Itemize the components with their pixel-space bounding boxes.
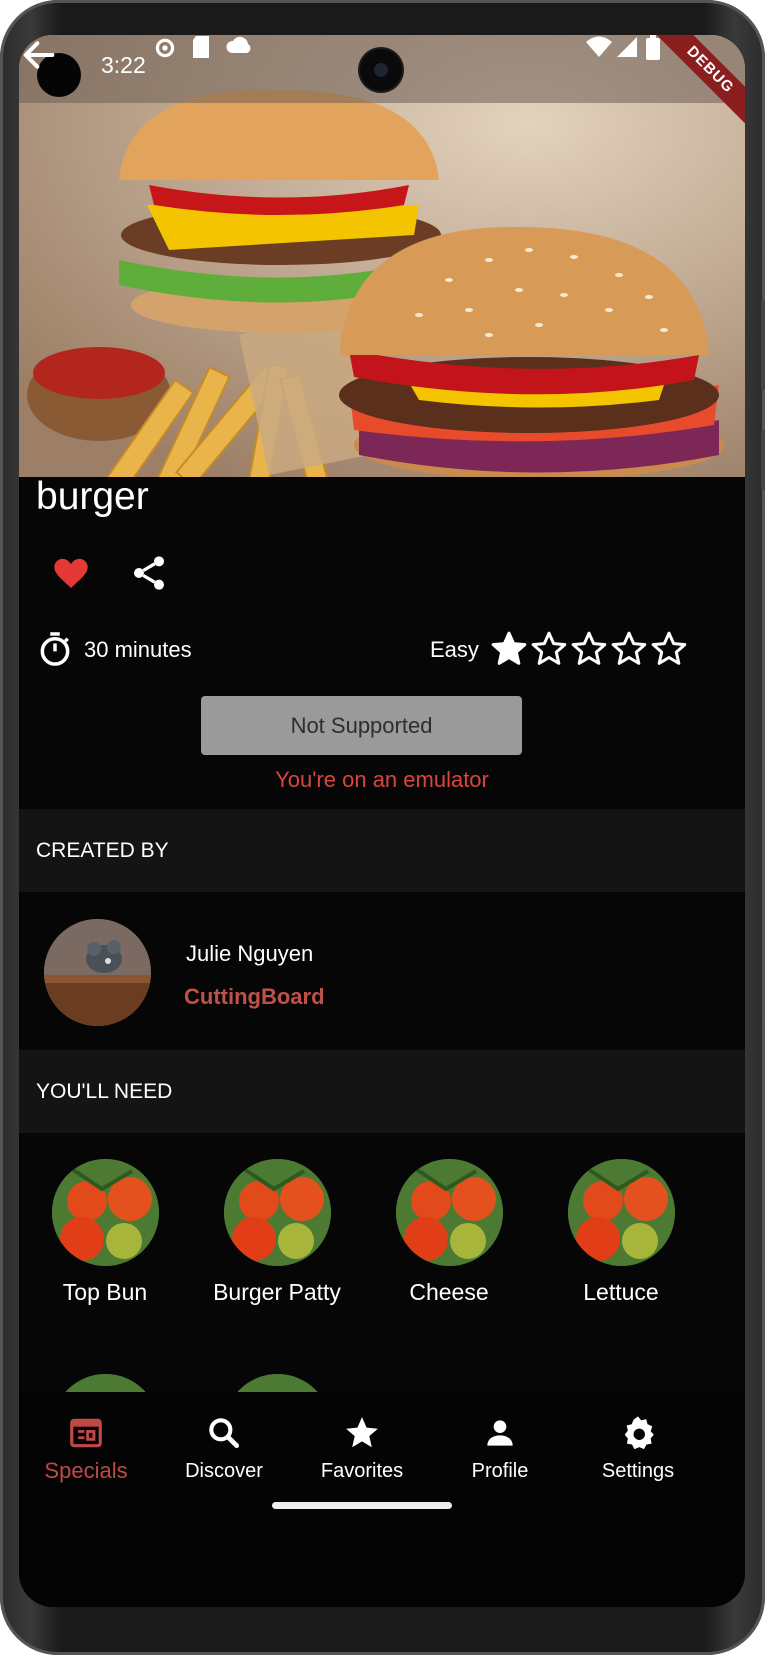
emulator-notice: You're on an emulator <box>275 767 489 792</box>
ingredient-item[interactable]: Lettuce <box>535 1159 707 1306</box>
created-by-heading: CREATED BY <box>36 839 169 862</box>
ingredients-header: YOU'LL NEED <box>19 1050 745 1133</box>
nav-label: Specials <box>44 1458 128 1483</box>
nav-profile[interactable]: Profile <box>430 1414 570 1483</box>
ingredients-heading: YOU'LL NEED <box>36 1080 173 1103</box>
specials-icon <box>70 1418 102 1448</box>
nav-label: Discover <box>185 1460 263 1482</box>
front-camera <box>360 49 402 91</box>
nav-label: Favorites <box>320 1460 404 1482</box>
nav-settings[interactable]: Settings <box>568 1414 708 1483</box>
wifi-icon <box>586 36 612 57</box>
status-bar: 3:22 DEBUG <box>19 35 745 133</box>
cook-time-label: 30 minutes <box>84 637 192 662</box>
tomato-image <box>223 1159 331 1266</box>
gear-icon <box>624 1416 654 1450</box>
tomato-image <box>51 1159 159 1266</box>
ingredient-image <box>223 1159 331 1266</box>
device-frame: 3:22 DEBUG burger 30 minutes Easy Not Su… <box>0 0 765 1655</box>
settings-status-icon <box>155 38 175 58</box>
bottom-navigation: Specials Discover Favorites Profile Sett… <box>19 1392 745 1607</box>
search-icon <box>209 1418 240 1449</box>
avatar[interactable] <box>44 919 151 1026</box>
not-supported-button[interactable]: Not Supported <box>201 696 522 755</box>
ingredient-item[interactable]: Top Bun <box>19 1159 191 1306</box>
ingredient-image <box>51 1159 159 1266</box>
nav-label: Settings <box>601 1460 675 1482</box>
difficulty-rating <box>489 629 689 669</box>
created-by-header: CREATED BY <box>19 809 745 892</box>
creator-card: Julie Nguyen CuttingBoard <box>19 893 745 1050</box>
star-filled-icon <box>491 631 527 665</box>
person-icon <box>487 1420 513 1446</box>
status-time: 3:22 <box>101 52 146 78</box>
cloud-icon <box>226 36 251 53</box>
ingredient-label: Lettuce <box>583 1279 659 1305</box>
star-outline-icon <box>651 631 687 665</box>
ingredient-label: Top Bun <box>62 1279 148 1305</box>
ingredient-label: Burger Patty <box>213 1279 341 1305</box>
ingredients-grid: Top Bun Burger Patty Cheese Lettuce <box>19 1134 745 1481</box>
back-arrow-icon[interactable] <box>19 35 59 75</box>
nav-specials[interactable]: Specials <box>19 1414 156 1484</box>
recipe-title: burger <box>36 475 149 518</box>
home-indicator[interactable] <box>272 1502 452 1509</box>
tomato-image <box>395 1159 503 1266</box>
ingredient-image <box>567 1159 675 1266</box>
ingredient-image <box>395 1159 503 1266</box>
creator-brand-link[interactable]: CuttingBoard <box>184 984 325 1010</box>
tomato-image <box>567 1159 675 1266</box>
favorite-heart-icon[interactable] <box>51 553 91 593</box>
star-icon <box>346 1417 378 1448</box>
creator-avatar-image <box>44 919 151 1026</box>
nav-label: Profile <box>471 1460 529 1482</box>
difficulty-label: Easy <box>430 637 479 662</box>
nav-favorites[interactable]: Favorites <box>292 1414 432 1483</box>
volume-button <box>761 300 765 390</box>
star-outline-icon <box>611 631 647 665</box>
nav-discover[interactable]: Discover <box>154 1414 294 1483</box>
ingredient-label: Cheese <box>409 1279 489 1305</box>
ingredient-item[interactable]: Burger Patty <box>191 1159 363 1306</box>
star-outline-icon <box>531 631 567 665</box>
battery-icon <box>646 35 660 60</box>
sd-card-icon <box>193 36 209 58</box>
power-button <box>761 430 765 490</box>
ingredient-item[interactable]: Cheese <box>363 1159 535 1306</box>
recipe-hero-image: 3:22 DEBUG <box>19 35 745 477</box>
app-screen: 3:22 DEBUG burger 30 minutes Easy Not Su… <box>19 35 745 1607</box>
share-icon[interactable] <box>129 553 169 593</box>
timer-icon <box>40 632 70 666</box>
creator-name: Julie Nguyen <box>186 941 314 966</box>
star-outline-icon <box>571 631 607 665</box>
signal-icon <box>617 37 637 57</box>
cook-time: 30 minutes <box>36 630 192 670</box>
